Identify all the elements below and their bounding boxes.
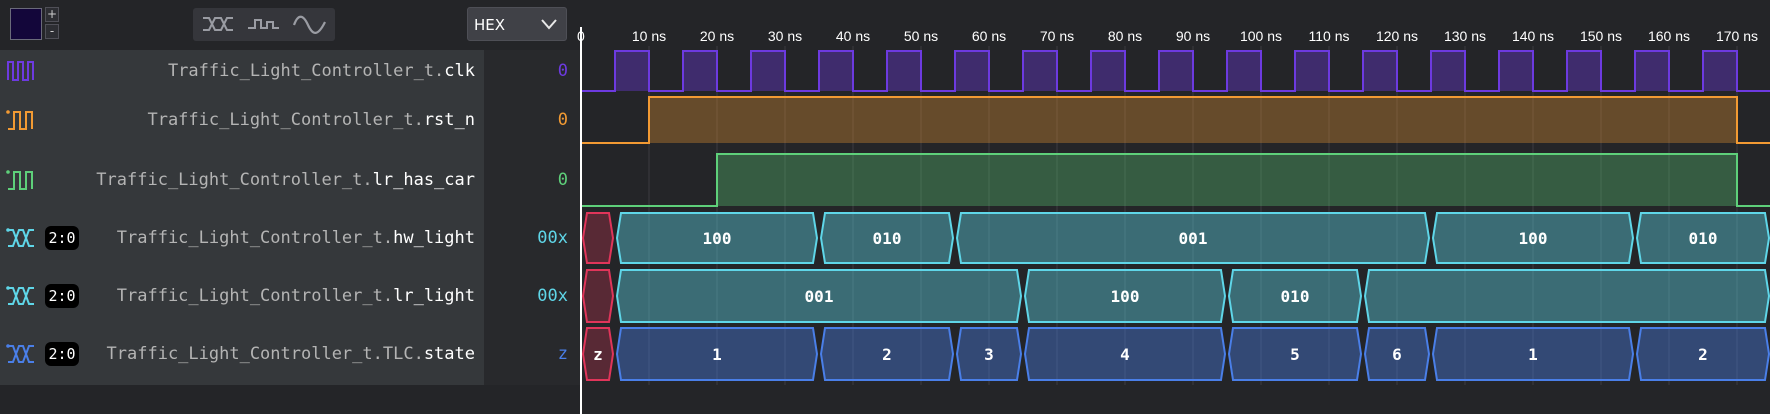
time-tick-label: 10 ns [632, 28, 666, 44]
time-tick-label: 120 ns [1376, 28, 1418, 44]
clock-high-phase [1635, 51, 1669, 91]
time-tick-label: 20 ns [700, 28, 734, 44]
time-tick-label: 160 ns [1648, 28, 1690, 44]
bus-segment-label: 2 [1698, 345, 1708, 364]
bus-segment-label: 001 [1179, 229, 1208, 248]
bus-segment-label: 010 [1281, 287, 1310, 306]
time-tick-label: 70 ns [1040, 28, 1074, 44]
time-tick-label: 150 ns [1580, 28, 1622, 44]
clock-high-phase [615, 51, 649, 91]
clock-high-phase [1091, 51, 1125, 91]
time-tick-label: 90 ns [1176, 28, 1210, 44]
clock-high-phase [1159, 51, 1193, 91]
clock-high-phase [1499, 51, 1533, 91]
time-tick-label: 50 ns [904, 28, 938, 44]
bus-segment[interactable] [1363, 269, 1770, 323]
waveform-rst-n[interactable] [581, 96, 1770, 144]
time-tick-label: 100 ns [1240, 28, 1282, 44]
clock-high-phase [1023, 51, 1057, 91]
bus-segment-label: 010 [873, 229, 902, 248]
clock-high-phase [1431, 51, 1465, 91]
waveform-lr-light[interactable]: 001 100 010 [581, 269, 1770, 323]
bus-segment-label: 2 [882, 345, 892, 364]
bus-segment-label: 3 [984, 345, 994, 364]
bus-segment-label: 5 [1290, 345, 1300, 364]
time-cursor[interactable] [580, 27, 582, 414]
time-tick-label: 30 ns [768, 28, 802, 44]
bus-segment-label: z [593, 345, 603, 364]
bus-segment-label: 4 [1120, 345, 1130, 364]
clock-high-phase [955, 51, 989, 91]
waveform-viewer: + - HEX Traffic_Light_Controller_t.clk Tr… [0, 0, 1770, 414]
bus-segment-label: 6 [1392, 345, 1402, 364]
time-tick-label: 130 ns [1444, 28, 1486, 44]
waveform-clk[interactable] [581, 50, 1770, 92]
clock-high-phase [683, 51, 717, 91]
bus-segment-label: 100 [703, 229, 732, 248]
waveform-canvas[interactable]: 010 ns20 ns30 ns40 ns50 ns60 ns70 ns80 n… [0, 0, 1770, 414]
clock-high-phase [1703, 51, 1737, 91]
bus-segment-label: 010 [1689, 229, 1718, 248]
time-tick-label: 40 ns [836, 28, 870, 44]
time-tick-label: 80 ns [1108, 28, 1142, 44]
bus-segment-label: 1 [1528, 345, 1538, 364]
clock-high-phase [1227, 51, 1261, 91]
clock-high-phase [751, 51, 785, 91]
bus-segment[interactable] [581, 212, 615, 264]
waveform-state[interactable]: z 1 2 3 4 5 6 1 2 [581, 327, 1770, 381]
time-tick-label: 170 ns [1716, 28, 1758, 44]
clock-high-phase [887, 51, 921, 91]
high-level-fill [717, 154, 1737, 206]
time-tick-label: 60 ns [972, 28, 1006, 44]
bus-segment-label: 100 [1519, 229, 1548, 248]
bus-segment-label: 1 [712, 345, 722, 364]
bus-segment-label: 001 [805, 287, 834, 306]
waveform-lr-has-car[interactable] [581, 153, 1770, 207]
time-tick-label: 110 ns [1309, 28, 1350, 44]
high-level-fill [649, 97, 1737, 143]
waveform-hw-light[interactable]: 100 010 001 100 010 [581, 212, 1770, 264]
clock-high-phase [1363, 51, 1397, 91]
clock-high-phase [819, 51, 853, 91]
bus-segment-label: 100 [1111, 287, 1140, 306]
clock-high-phase [1295, 51, 1329, 91]
time-tick-label: 140 ns [1512, 28, 1554, 44]
bus-segment[interactable] [581, 269, 615, 323]
clock-high-phase [1567, 51, 1601, 91]
